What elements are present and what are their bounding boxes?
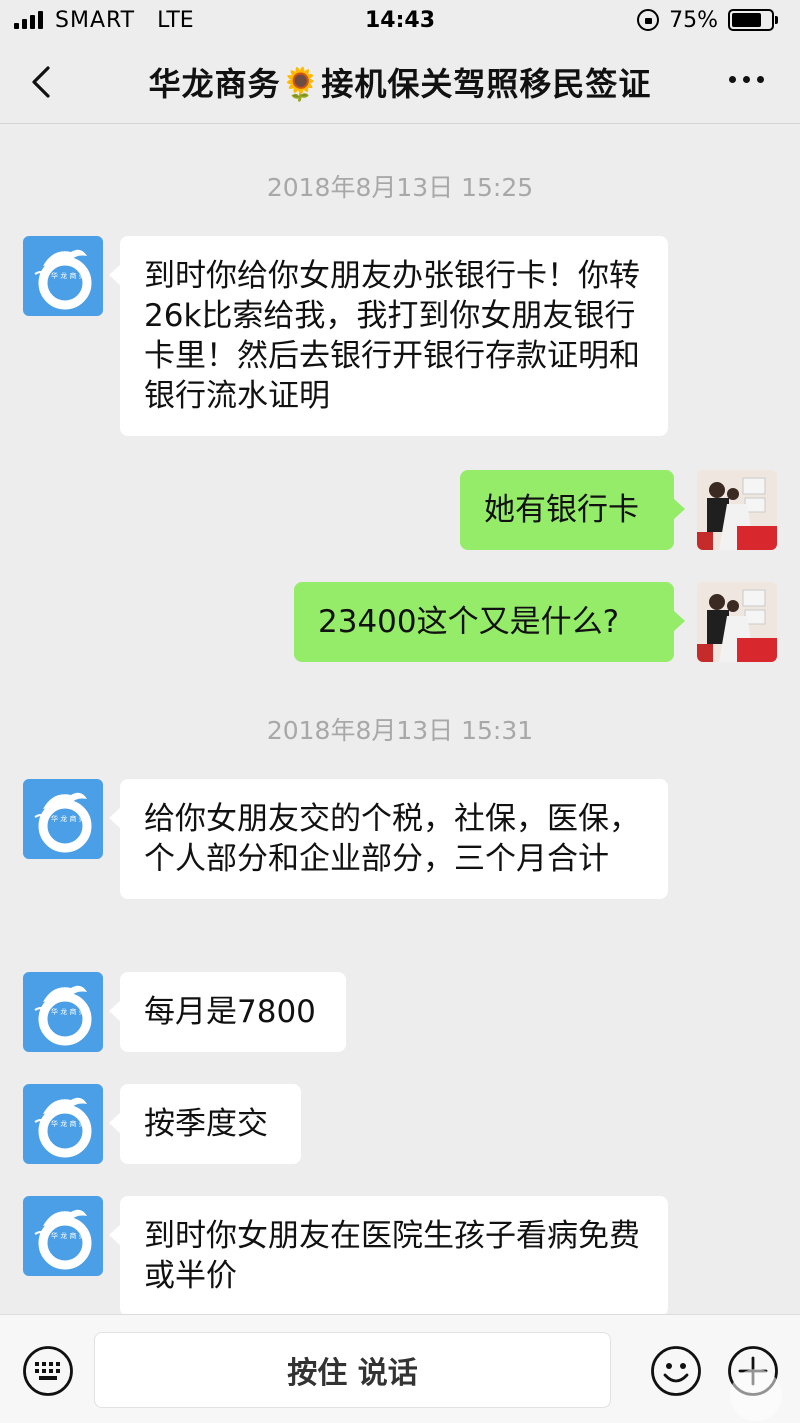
chat-header: 华龙商务🌻接机保关驾照移民签证 <box>0 40 800 124</box>
user-avatar[interactable] <box>697 582 777 662</box>
svg-text:华 龙 商 务: 华 龙 商 务 <box>51 1007 86 1016</box>
orientation-lock-icon <box>637 9 660 31</box>
contact-avatar[interactable]: 华 龙 商 务 <box>23 779 103 859</box>
dragon-logo-icon: 华 龙 商 务 <box>23 779 103 859</box>
svg-text:华 龙 商 务: 华 龙 商 务 <box>51 271 86 280</box>
user-avatar[interactable] <box>697 470 777 550</box>
dragon-logo-icon: 华 龙 商 务 <box>23 972 103 1052</box>
incoming-message: 每月是7800 <box>109 972 346 1052</box>
svg-text:华 龙 商 务: 华 龙 商 务 <box>51 814 86 823</box>
keyboard-icon <box>23 1346 73 1396</box>
wedding-photo-avatar <box>697 582 777 662</box>
status-bar: SMART LTE 14:43 75% <box>0 0 800 40</box>
emoji-button[interactable] <box>650 1345 702 1397</box>
battery-icon <box>728 9 778 31</box>
incoming-message: 到时你给你女朋友办张银行卡！你转26k比索给我，我打到你女朋友银行卡里！然后去银… <box>109 236 668 436</box>
more-dots-icon <box>729 76 736 83</box>
contact-avatar[interactable]: 华 龙 商 务 <box>23 972 103 1052</box>
status-left: SMART LTE <box>14 8 194 33</box>
back-button[interactable] <box>28 62 58 102</box>
chat-title: 华龙商务🌻接机保关驾照移民签证 <box>148 64 652 103</box>
dragon-logo-icon: 华 龙 商 务 <box>23 236 103 316</box>
wedding-photo-avatar <box>697 470 777 550</box>
signal-strength-icon <box>14 11 43 29</box>
incoming-message: 给你女朋友交的个税，社保，医保，个人部分和企业部分，三个月合计 <box>109 779 668 899</box>
carrier-name: SMART <box>55 7 136 33</box>
contact-avatar[interactable]: 华 龙 商 务 <box>23 236 103 316</box>
status-right: 75% <box>637 8 778 33</box>
dragon-logo-icon: 华 龙 商 务 <box>23 1084 103 1164</box>
battery-fill <box>732 13 761 27</box>
outgoing-message: 她有银行卡 <box>460 470 685 550</box>
dragon-logo-icon: 华 龙 商 务 <box>23 1196 103 1276</box>
message-timestamp: 2018年8月13日 15:31 <box>266 716 534 745</box>
network-type: LTE <box>157 7 194 33</box>
hold-to-talk-button[interactable]: 按住 说话 <box>94 1332 611 1408</box>
status-time: 14:43 <box>364 7 436 33</box>
incoming-message: 到时你女朋友在医院生孩子看病免费或半价 <box>109 1196 668 1316</box>
keyboard-toggle-button[interactable] <box>22 1345 74 1397</box>
outgoing-message: 23400这个又是什么? <box>294 582 685 662</box>
message-timestamp: 2018年8月13日 15:25 <box>266 173 534 202</box>
chat-input-bar: 按住 说话 <box>0 1314 800 1423</box>
battery-percent: 75% <box>669 7 718 33</box>
chevron-left-icon <box>32 66 50 98</box>
more-options-button[interactable] <box>729 76 764 83</box>
smiley-icon <box>651 1346 701 1396</box>
svg-text:华 龙 商 务: 华 龙 商 务 <box>51 1231 86 1240</box>
watermark-logo <box>730 1369 782 1421</box>
contact-avatar[interactable]: 华 龙 商 务 <box>23 1196 103 1276</box>
incoming-message: 按季度交 <box>109 1084 301 1164</box>
svg-text:华 龙 商 务: 华 龙 商 务 <box>51 1119 86 1128</box>
contact-avatar[interactable]: 华 龙 商 务 <box>23 1084 103 1164</box>
